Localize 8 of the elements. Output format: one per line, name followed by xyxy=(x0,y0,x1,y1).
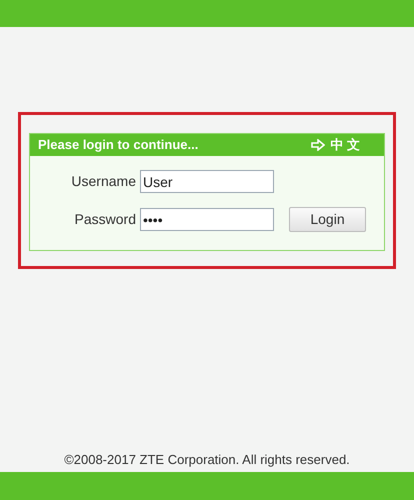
input-field[interactable]: User xyxy=(140,170,274,193)
panel-title: Please login to continue... xyxy=(38,136,198,154)
input-field[interactable]: •••• xyxy=(140,208,274,231)
login-button[interactable]: Login xyxy=(289,207,366,232)
copyright-text: ©2008-2017 ZTE Corporation. All rights reserved. xyxy=(64,450,350,469)
field-label: Username xyxy=(70,172,137,191)
field-label: Password xyxy=(74,210,137,229)
arrow-right-icon xyxy=(311,139,326,151)
